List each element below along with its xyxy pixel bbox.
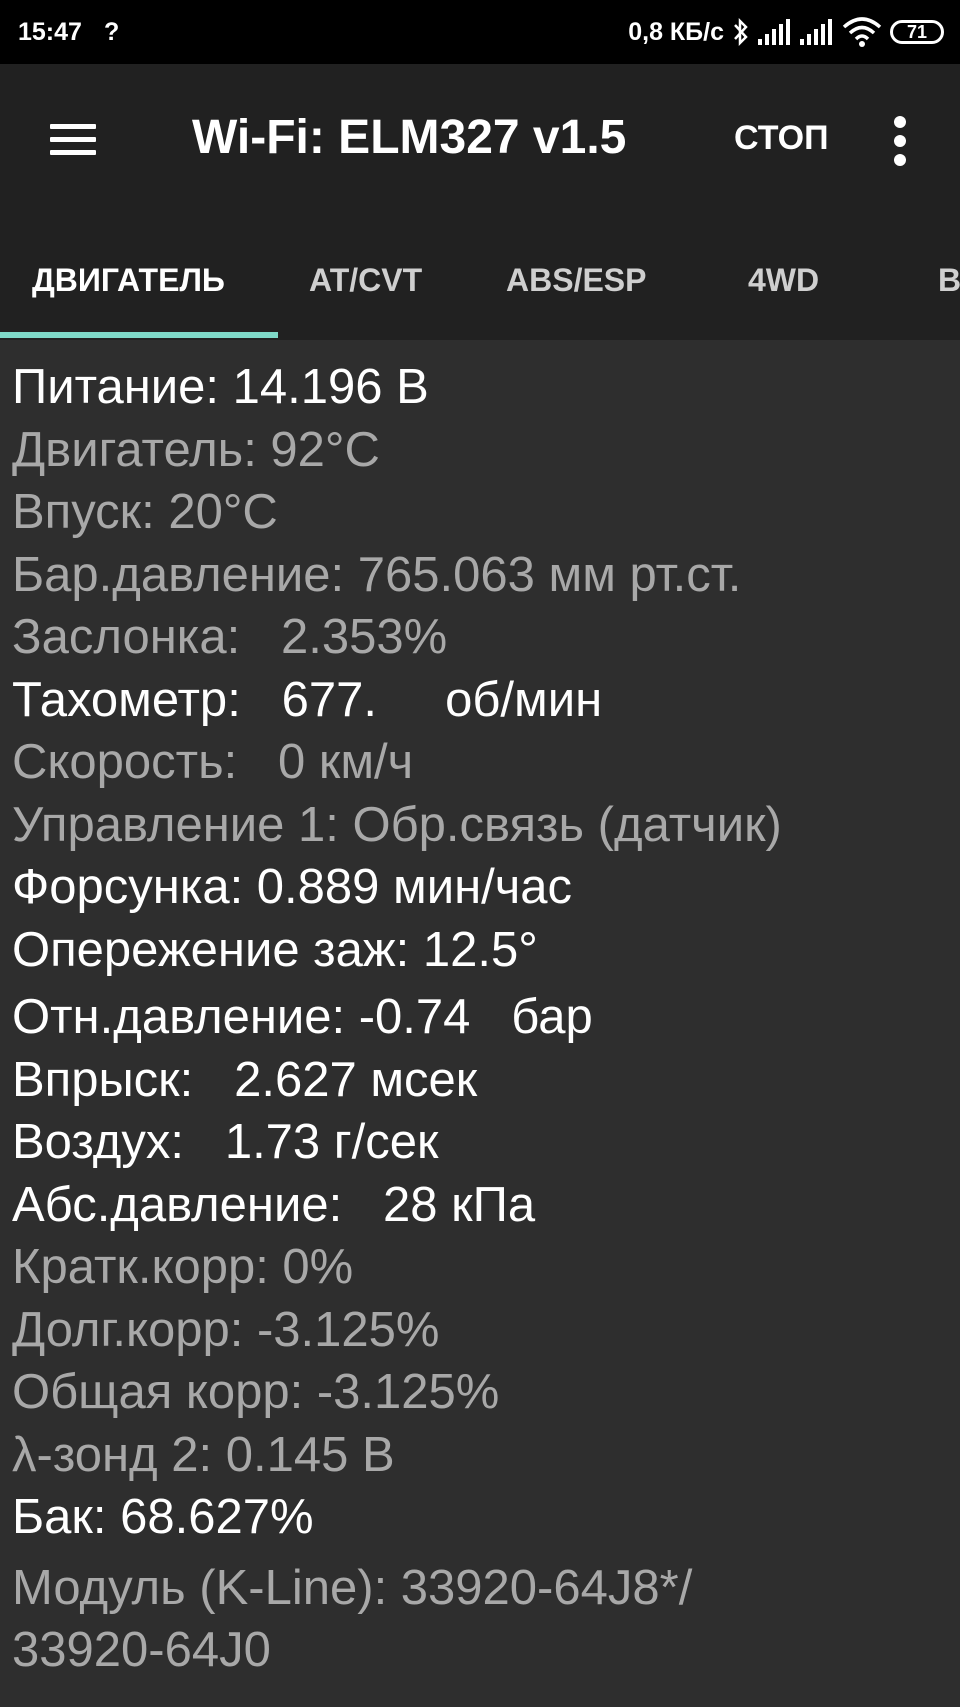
sensor-row: Абс.давление: 28 кПа [12,1177,536,1232]
sensor-row: Впрыск: 2.627 мсек [12,1052,478,1107]
sensor-row: Воздух: 1.73 г/сек [12,1115,439,1169]
app-title: Wi-Fi: ELM327 v1.5 [192,111,627,164]
sensor-row: λ-зонд 2: 0.145 В [12,1427,395,1482]
sensor-row: Модуль (K-Line): 33920-64J8*/ [12,1560,693,1615]
tab-engine[interactable]: ДВИГАТЕЛЬ [32,214,225,340]
status-time: 15:47 [18,18,82,46]
sensor-row: Управление 1: Обр.связь (датчик) [12,797,782,852]
sensor-row: Тахометр: 677. об/мин [12,672,603,727]
tab-abs-esp[interactable]: ABS/ESP [506,214,646,340]
wifi-icon [842,17,882,47]
active-tab-indicator [0,332,278,338]
tab-at-cvt[interactable]: AT/CVT [309,214,422,340]
signal-strength-icon-1 [758,19,790,45]
sensor-list: Питание: 14.196 В Двигатель: 92°C Впуск: 2… [12,356,952,1682]
status-icons: 0,8 КБ/с 71 [628,0,944,64]
sensor-row: Питание: 14.196 В [12,360,429,414]
sensor-row: Долг.корр: -3.125% [12,1302,440,1357]
hamburger-menu-icon[interactable] [46,120,100,160]
tab-partial[interactable]: B [938,214,960,340]
tab-bar: ДВИГАТЕЛЬ AT/CVT ABS/ESP 4WD B [0,214,960,340]
sensor-row: Общая корр: -3.125% [12,1365,500,1419]
sensor-row: Впуск: 20°C [12,485,278,539]
signal-strength-icon-2 [800,19,832,45]
status-bar: 15:47 ? 0,8 КБ/с 71 [0,0,960,64]
sensor-row: Скорость: 0 км/ч [12,735,414,789]
app-bar: Wi-Fi: ELM327 v1.5 СТОП [0,64,960,214]
sensor-row: Кратк.корр: 0% [12,1240,354,1294]
sensor-row: Заслонка: 2.353% [12,610,448,664]
sensor-row: Бак: 68.627% [12,1490,314,1544]
sensor-row: Опережение заж: 12.5° [12,922,538,977]
sensor-row: Двигатель: 92°C [12,422,380,477]
network-speed: 0,8 КБ/с [628,17,724,46]
sensor-row: Бар.давление: 765.063 мм рт.ст. [12,547,742,602]
battery-icon: 71 [890,20,944,44]
overflow-menu-icon[interactable] [888,116,912,166]
tab-4wd[interactable]: 4WD [748,214,819,340]
sensor-row: Форсунка: 0.889 мин/час [12,860,573,914]
stop-button[interactable]: СТОП [734,112,829,164]
sensor-row: Отн.давление: -0.74 бар [12,990,593,1044]
unknown-notification-icon: ? [104,18,120,46]
sensor-row: 33920-64J0 [12,1623,271,1677]
bluetooth-icon [734,18,748,46]
